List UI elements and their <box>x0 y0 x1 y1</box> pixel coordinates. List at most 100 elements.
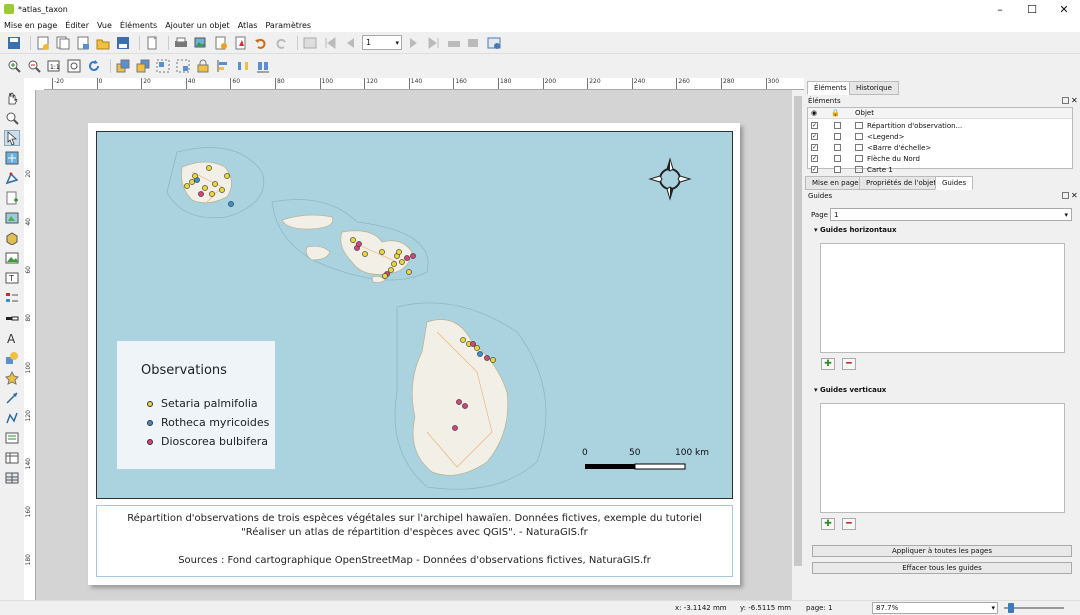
add-north-arrow-icon[interactable]: A <box>4 330 20 346</box>
export-pdf-icon[interactable] <box>233 35 249 51</box>
visibility-checkbox[interactable]: ✓ <box>811 144 818 151</box>
add-scalebar-icon[interactable] <box>4 310 20 326</box>
menu-atlas[interactable]: Atlas <box>238 21 258 30</box>
remove-h-guide-button[interactable]: ━ <box>842 358 856 370</box>
last-feature-icon[interactable] <box>426 35 442 51</box>
export-svg-icon[interactable] <box>213 35 229 51</box>
zoom-out-icon[interactable] <box>26 58 42 74</box>
zoom-tool-icon[interactable] <box>4 110 20 126</box>
add-fixed-table-icon[interactable] <box>4 470 20 486</box>
ungroup-items-icon[interactable] <box>175 58 191 74</box>
visibility-checkbox[interactable]: ✓ <box>811 133 818 140</box>
table-row[interactable]: ✓ Flèche du Nord <box>808 153 920 164</box>
add-polyline-icon[interactable] <box>4 410 20 426</box>
undo-icon[interactable] <box>253 35 269 51</box>
add-v-guide-button[interactable]: ✚ <box>821 518 835 530</box>
lock-checkbox[interactable] <box>834 133 841 140</box>
add-h-guide-button[interactable]: ✚ <box>821 358 835 370</box>
add-label-icon[interactable]: T <box>4 270 20 286</box>
close-button[interactable]: ✕ <box>1048 0 1080 18</box>
scrollbar-thumb[interactable] <box>794 96 802 566</box>
tab-elements[interactable]: Éléments <box>807 81 854 95</box>
table-row[interactable]: ✓ <Legend> <box>808 131 904 142</box>
first-feature-icon[interactable] <box>322 35 338 51</box>
select-move-icon[interactable] <box>4 130 20 146</box>
layout-page[interactable]: 0 50 100 km Observations Setaria palmifo… <box>88 123 740 585</box>
float-icon[interactable] <box>1062 192 1069 199</box>
lock-items-icon[interactable] <box>195 58 211 74</box>
table-row[interactable]: ✓ Répartition d'observation... <box>808 120 962 131</box>
atlas-print-icon[interactable] <box>446 35 462 51</box>
vertical-scrollbar[interactable] <box>792 90 804 600</box>
align-left-icon[interactable] <box>215 58 231 74</box>
menu-mise-en-page[interactable]: Mise en page <box>4 21 57 30</box>
redo-icon[interactable] <box>273 35 289 51</box>
zoom-combo[interactable]: 87.7% ▾ <box>872 602 998 614</box>
lock-checkbox[interactable] <box>834 144 841 151</box>
duplicate-layout-icon[interactable] <box>55 35 71 51</box>
add-arrow-icon[interactable] <box>4 390 20 406</box>
add-shape-icon[interactable] <box>4 350 20 366</box>
refresh-icon[interactable] <box>86 58 102 74</box>
open-template-icon[interactable] <box>95 35 111 51</box>
raise-items-icon[interactable] <box>115 58 131 74</box>
menu-parametres[interactable]: Paramètres <box>265 21 311 30</box>
atlas-preview-icon[interactable] <box>302 35 318 51</box>
page-select[interactable]: 1 ▾ <box>830 208 1072 221</box>
h-guides-header[interactable]: ▾ Guides horizontaux <box>814 226 897 234</box>
tab-layout[interactable]: Mise en page <box>805 176 866 190</box>
float-icon[interactable] <box>1062 97 1069 104</box>
pan-icon[interactable] <box>4 90 20 106</box>
add-3d-map-icon[interactable] <box>4 230 20 246</box>
caption-label[interactable]: Répartition d'observations de trois espè… <box>96 505 733 577</box>
menu-editer[interactable]: Éditer <box>65 21 89 30</box>
next-feature-icon[interactable] <box>406 35 422 51</box>
lock-checkbox[interactable] <box>834 166 841 173</box>
add-page-icon[interactable] <box>4 190 20 206</box>
zoom-slider[interactable] <box>1004 603 1064 613</box>
add-attribute-table-icon[interactable] <box>4 450 20 466</box>
save-template-icon[interactable] <box>115 35 131 51</box>
clear-all-guides-button[interactable]: Effacer tous les guides <box>812 562 1072 574</box>
menu-elements[interactable]: Éléments <box>120 21 157 30</box>
zoom-full-icon[interactable] <box>66 58 82 74</box>
edit-nodes-icon[interactable] <box>4 170 20 186</box>
save-icon[interactable] <box>6 35 22 51</box>
remove-v-guide-button[interactable]: ━ <box>842 518 856 530</box>
close-icon[interactable]: ✕ <box>1071 96 1078 105</box>
table-row[interactable]: ✓ Carte 1 <box>808 164 893 175</box>
page-setup-icon[interactable] <box>144 35 160 51</box>
previous-feature-icon[interactable] <box>342 35 358 51</box>
distribute-icon[interactable] <box>235 58 251 74</box>
atlas-export-icon[interactable] <box>466 35 482 51</box>
add-legend-icon[interactable] <box>4 290 20 306</box>
h-guides-list[interactable] <box>820 243 1065 353</box>
visibility-checkbox[interactable]: ✓ <box>811 166 818 173</box>
add-picture-icon[interactable] <box>4 250 20 266</box>
move-content-icon[interactable] <box>4 150 20 166</box>
tab-item-properties[interactable]: Propriétés de l'objet <box>859 176 944 190</box>
add-marker-icon[interactable] <box>4 370 20 386</box>
atlas-page-combo[interactable]: 1 ▾ <box>362 35 402 50</box>
map-item[interactable]: 0 50 100 km Observations Setaria palmifo… <box>96 131 733 499</box>
zoom-in-icon[interactable] <box>6 58 22 74</box>
add-map-icon[interactable] <box>4 210 20 226</box>
group-items-icon[interactable] <box>155 58 171 74</box>
v-guides-header[interactable]: ▾ Guides verticaux <box>814 386 886 394</box>
tab-history[interactable]: Historique <box>849 81 899 95</box>
legend-item[interactable]: Observations Setaria palmifolia Rotheca … <box>117 341 275 469</box>
zoom-actual-icon[interactable]: 1:1 <box>46 58 62 74</box>
minimize-button[interactable]: – <box>984 0 1016 18</box>
zoom-slider-handle[interactable] <box>1008 603 1014 613</box>
table-row[interactable]: ✓ <Barre d'échelle> <box>808 142 931 153</box>
v-guides-list[interactable] <box>820 403 1065 513</box>
lock-checkbox[interactable] <box>834 122 841 129</box>
menu-vue[interactable]: Vue <box>97 21 112 30</box>
lower-items-icon[interactable] <box>135 58 151 74</box>
resize-icon[interactable] <box>255 58 271 74</box>
layout-manager-icon[interactable] <box>75 35 91 51</box>
lock-checkbox[interactable] <box>834 155 841 162</box>
export-image-icon[interactable] <box>193 35 209 51</box>
tab-guides[interactable]: Guides <box>935 176 974 190</box>
maximize-button[interactable]: ☐ <box>1016 0 1048 18</box>
